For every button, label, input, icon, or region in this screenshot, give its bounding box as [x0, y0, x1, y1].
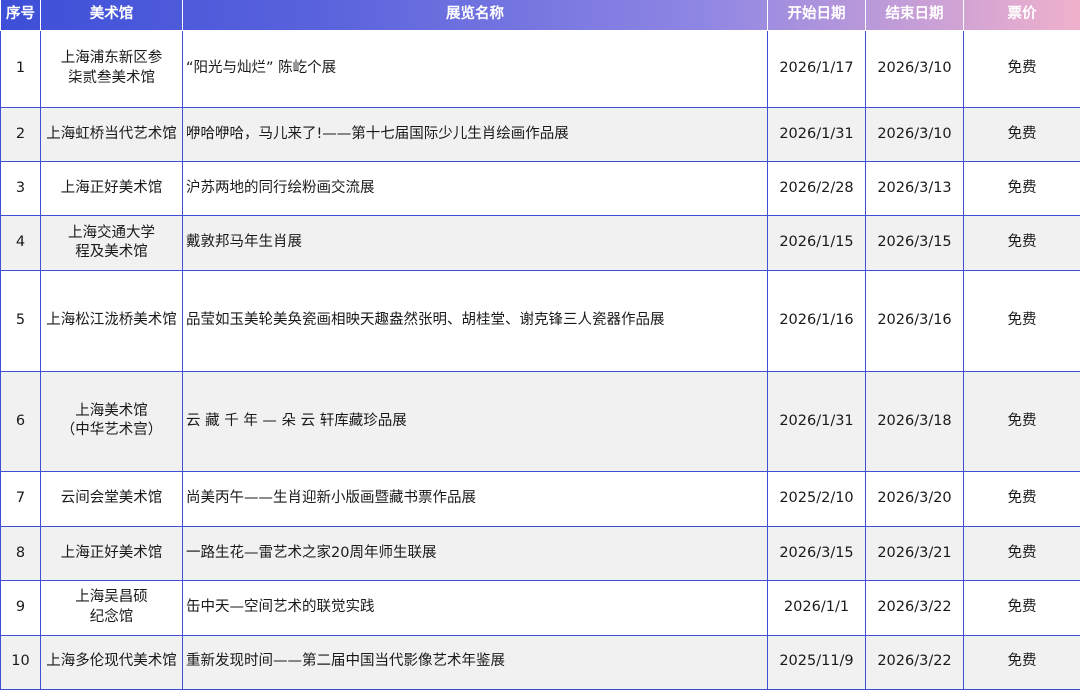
row-start-date: 2026/1/31 — [767, 106, 866, 162]
row-museum: 上海美术馆 （中华艺术宫） — [40, 370, 183, 473]
table-row: 6 上海美术馆 （中华艺术宫）云 藏 千 年 — 朵 云 轩库藏珍品展 2026/1/… — [0, 370, 1080, 473]
table-row: 1 上海浦东新区参 柒贰叁美术馆 “阳光与灿烂” 陈屹个展 2026/1/17 2026/… — [0, 30, 1080, 108]
row-exhibition-name: 品莹如玉美轮美奂瓷画相映天趣盎然张明、胡桂堂、谢克锋三人瓷器作品展 — [182, 269, 768, 372]
row-number: 9 — [0, 580, 41, 636]
row-number: 6 — [0, 370, 41, 473]
row-number: 2 — [0, 106, 41, 162]
row-end-date: 2026/3/15 — [865, 215, 964, 271]
header-no: 序号 — [0, 0, 41, 31]
table-row: 4 上海交通大学 程及美术馆 戴敦邦马年生肖展 2026/1/15 2026/3/15 免费 — [0, 215, 1080, 271]
row-end-date: 2026/3/22 — [865, 580, 964, 636]
row-price: 免费 — [963, 30, 1080, 108]
row-price: 免费 — [963, 215, 1080, 271]
row-number: 8 — [0, 525, 41, 582]
header-museum: 美术馆 — [40, 0, 183, 31]
row-start-date: 2026/2/28 — [767, 160, 866, 217]
row-end-date: 2026/3/21 — [865, 525, 964, 582]
row-start-date: 2026/1/17 — [767, 30, 866, 108]
row-price: 免费 — [963, 580, 1080, 636]
row-exhibition-name: 云 藏 千 年 — 朵 云 轩库藏珍品展 — [182, 370, 768, 473]
row-museum: 上海正好美术馆 — [40, 160, 183, 217]
row-museum: 上海松江泷桥美术馆 — [40, 269, 183, 372]
table-row: 8 上海正好美术馆 一路生花—雷艺术之家20周年师生联展 2026/3/15 2026/… — [0, 525, 1080, 582]
row-end-date: 2026/3/22 — [865, 634, 964, 690]
row-start-date: 2026/1/31 — [767, 370, 866, 473]
row-end-date: 2026/3/16 — [865, 269, 964, 372]
row-start-date: 2026/3/15 — [767, 525, 866, 582]
row-number: 1 — [0, 30, 41, 108]
row-exhibition-name: 尚美丙午——生肖迎新小版画暨藏书票作品展 — [182, 471, 768, 527]
row-number: 3 — [0, 160, 41, 217]
row-start-date: 2025/2/10 — [767, 471, 866, 527]
row-number: 4 — [0, 215, 41, 271]
table-row: 7 云间会堂美术馆 尚美丙午——生肖迎新小版画暨藏书票作品展 2025/2/10 202… — [0, 471, 1080, 527]
row-exhibition-name: 重新发现时间——第二届中国当代影像艺术年鉴展 — [182, 634, 768, 690]
row-start-date: 2026/1/15 — [767, 215, 866, 271]
row-price: 免费 — [963, 269, 1080, 372]
table-row: 2 上海虹桥当代艺术馆 咿哈咿哈，马儿来了!——第十七届国际少儿生肖绘画作品展 202… — [0, 106, 1080, 162]
row-price: 免费 — [963, 525, 1080, 582]
row-price: 免费 — [963, 634, 1080, 690]
row-end-date: 2026/3/20 — [865, 471, 964, 527]
row-museum: 上海交通大学 程及美术馆 — [40, 215, 183, 271]
exhibition-table-container: 序号 美术馆 展览名称 开始日期 结束日期 票价 1 上海浦东新区参 柒贰叁美术馆 “… — [0, 0, 1080, 690]
row-exhibition-name: 戴敦邦马年生肖展 — [182, 215, 768, 271]
table-header-row: 序号 美术馆 展览名称 开始日期 结束日期 票价 — [0, 0, 1080, 31]
table-body: 1 上海浦东新区参 柒贰叁美术馆 “阳光与灿烂” 陈屹个展 2026/1/17 2026/… — [0, 30, 1080, 690]
row-price: 免费 — [963, 370, 1080, 473]
row-start-date: 2026/1/16 — [767, 269, 866, 372]
row-exhibition-name: 沪苏两地的同行绘粉画交流展 — [182, 160, 768, 217]
table-row: 5 上海松江泷桥美术馆 品莹如玉美轮美奂瓷画相映天趣盎然张明、胡桂堂、谢克锋三人瓷器… — [0, 269, 1080, 372]
row-price: 免费 — [963, 106, 1080, 162]
row-price: 免费 — [963, 160, 1080, 217]
row-museum: 上海虹桥当代艺术馆 — [40, 106, 183, 162]
row-end-date: 2026/3/18 — [865, 370, 964, 473]
row-exhibition-name: 咿哈咿哈，马儿来了!——第十七届国际少儿生肖绘画作品展 — [182, 106, 768, 162]
row-start-date: 2025/11/9 — [767, 634, 866, 690]
table-row: 9 上海吴昌硕 纪念馆 缶中天—空间艺术的联觉实践 2026/1/1 2026/3/22 免… — [0, 580, 1080, 636]
exhibition-table: 序号 美术馆 展览名称 开始日期 结束日期 票价 1 上海浦东新区参 柒贰叁美术馆 “… — [0, 0, 1080, 690]
row-museum: 上海正好美术馆 — [40, 525, 183, 582]
row-end-date: 2026/3/10 — [865, 30, 964, 108]
row-exhibition-name: “阳光与灿烂” 陈屹个展 — [182, 30, 768, 108]
row-museum: 上海吴昌硕 纪念馆 — [40, 580, 183, 636]
row-price: 免费 — [963, 471, 1080, 527]
header-exhibition-name: 展览名称 — [182, 0, 768, 31]
row-start-date: 2026/1/1 — [767, 580, 866, 636]
row-number: 5 — [0, 269, 41, 372]
row-exhibition-name: 缶中天—空间艺术的联觉实践 — [182, 580, 768, 636]
header-start-date: 开始日期 — [767, 0, 866, 31]
header-end-date: 结束日期 — [865, 0, 964, 31]
row-number: 10 — [0, 634, 41, 690]
header-price: 票价 — [963, 0, 1080, 31]
row-museum: 上海多伦现代美术馆 — [40, 634, 183, 690]
row-end-date: 2026/3/10 — [865, 106, 964, 162]
row-end-date: 2026/3/13 — [865, 160, 964, 217]
row-number: 7 — [0, 471, 41, 527]
table-row: 3 上海正好美术馆 沪苏两地的同行绘粉画交流展 2026/2/28 2026/3/13 免… — [0, 160, 1080, 217]
row-museum: 云间会堂美术馆 — [40, 471, 183, 527]
table-row: 10 上海多伦现代美术馆 重新发现时间——第二届中国当代影像艺术年鉴展 2025/11… — [0, 634, 1080, 690]
row-exhibition-name: 一路生花—雷艺术之家20周年师生联展 — [182, 525, 768, 582]
row-museum: 上海浦东新区参 柒贰叁美术馆 — [40, 30, 183, 108]
